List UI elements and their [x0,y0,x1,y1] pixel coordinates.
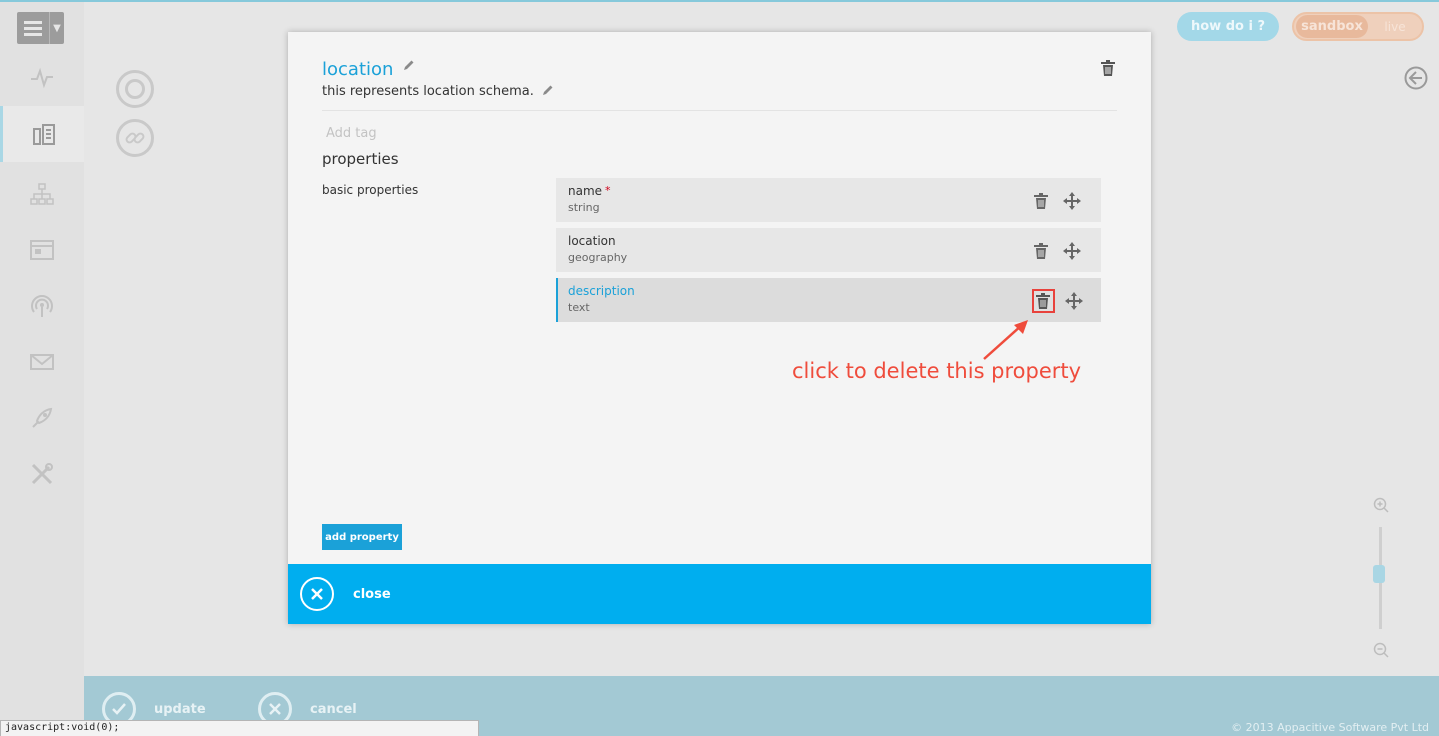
close-x-icon[interactable] [300,577,334,611]
back-arrow-icon[interactable] [1404,66,1428,90]
menu-button[interactable]: ▼ [17,12,64,44]
zoom-out-icon[interactable] [1373,642,1389,658]
rocket-icon [32,407,53,428]
schema-modal: location this represents location schema… [288,32,1151,624]
schema-description-text: this represents location schema. [322,84,534,99]
delete-schema-trash-icon[interactable] [1100,59,1116,77]
delete-property-trash-icon[interactable] [1035,292,1051,310]
move-handle-icon[interactable] [1065,292,1083,310]
edit-description-pencil-icon[interactable] [542,84,554,96]
how-do-i-button[interactable]: how do i ? [1177,12,1279,41]
header-divider [322,110,1117,111]
browser-status-bar: javascript:void(0); [0,720,479,736]
tools-icon [31,463,53,485]
schema-title[interactable]: location [322,59,415,80]
cancel-label: cancel [310,701,357,717]
zoom-in-icon[interactable] [1373,497,1389,513]
property-name: location [568,234,616,248]
sidebar-item-broadcast[interactable] [0,278,84,334]
move-handle-icon[interactable] [1063,192,1081,210]
sidebar-item-activity[interactable] [0,50,84,106]
sidebar-item-schema[interactable] [0,106,84,162]
properties-heading: properties [322,150,399,168]
annotation-text: click to delete this property [792,359,1082,383]
sidebar-item-hierarchy[interactable] [0,166,84,222]
window-icon [30,240,54,260]
list-menu-icon [17,12,49,44]
chevron-down-icon: ▼ [49,12,64,44]
mail-icon [30,354,54,370]
move-handle-icon[interactable] [1063,242,1081,260]
zoom-slider-thumb[interactable] [1373,565,1385,583]
close-button[interactable]: close [353,587,391,602]
property-name: description [568,284,635,298]
env-sandbox[interactable]: sandbox [1296,15,1368,38]
schema-description[interactable]: this represents location schema. [322,84,554,99]
required-marker: * [605,184,611,197]
broadcast-icon [31,295,53,317]
sidebar-item-tools[interactable] [0,446,84,502]
hierarchy-icon [30,183,54,205]
property-row-name[interactable]: name * string [556,178,1101,222]
edit-title-pencil-icon[interactable] [403,59,415,71]
property-type: text [568,301,590,314]
sidebar-item-mail[interactable] [0,334,84,390]
delete-property-trash-icon[interactable] [1033,242,1049,260]
property-type: geography [568,251,628,264]
update-label: update [154,701,206,717]
schema-title-text: location [322,59,394,80]
property-row-location[interactable]: location geography [556,228,1101,272]
property-list: name * string location geography descript… [556,178,1101,328]
copyright-text: © 2013 Appacitive Software Pvt Ltd [1231,721,1429,734]
add-property-button[interactable]: add property [322,524,402,550]
activity-icon [31,67,53,89]
property-name: name [568,184,603,198]
target-tool-icon[interactable] [116,70,154,108]
env-live[interactable]: live [1368,20,1422,34]
modal-footer: close [288,564,1151,624]
sidebar-item-rocket[interactable] [0,390,84,446]
sidebar: ▼ [0,2,84,736]
schema-icon [32,124,55,145]
top-accent-line [0,0,1439,2]
basic-properties-label: basic properties [322,183,419,197]
sidebar-item-window[interactable] [0,222,84,278]
property-row-description[interactable]: description text [556,278,1101,322]
delete-property-trash-icon[interactable] [1033,192,1049,210]
property-type: string [568,201,600,214]
link-tool-icon[interactable] [116,119,154,157]
add-tag-input[interactable]: Add tag [326,126,377,141]
environment-toggle[interactable]: sandbox live [1292,12,1424,41]
